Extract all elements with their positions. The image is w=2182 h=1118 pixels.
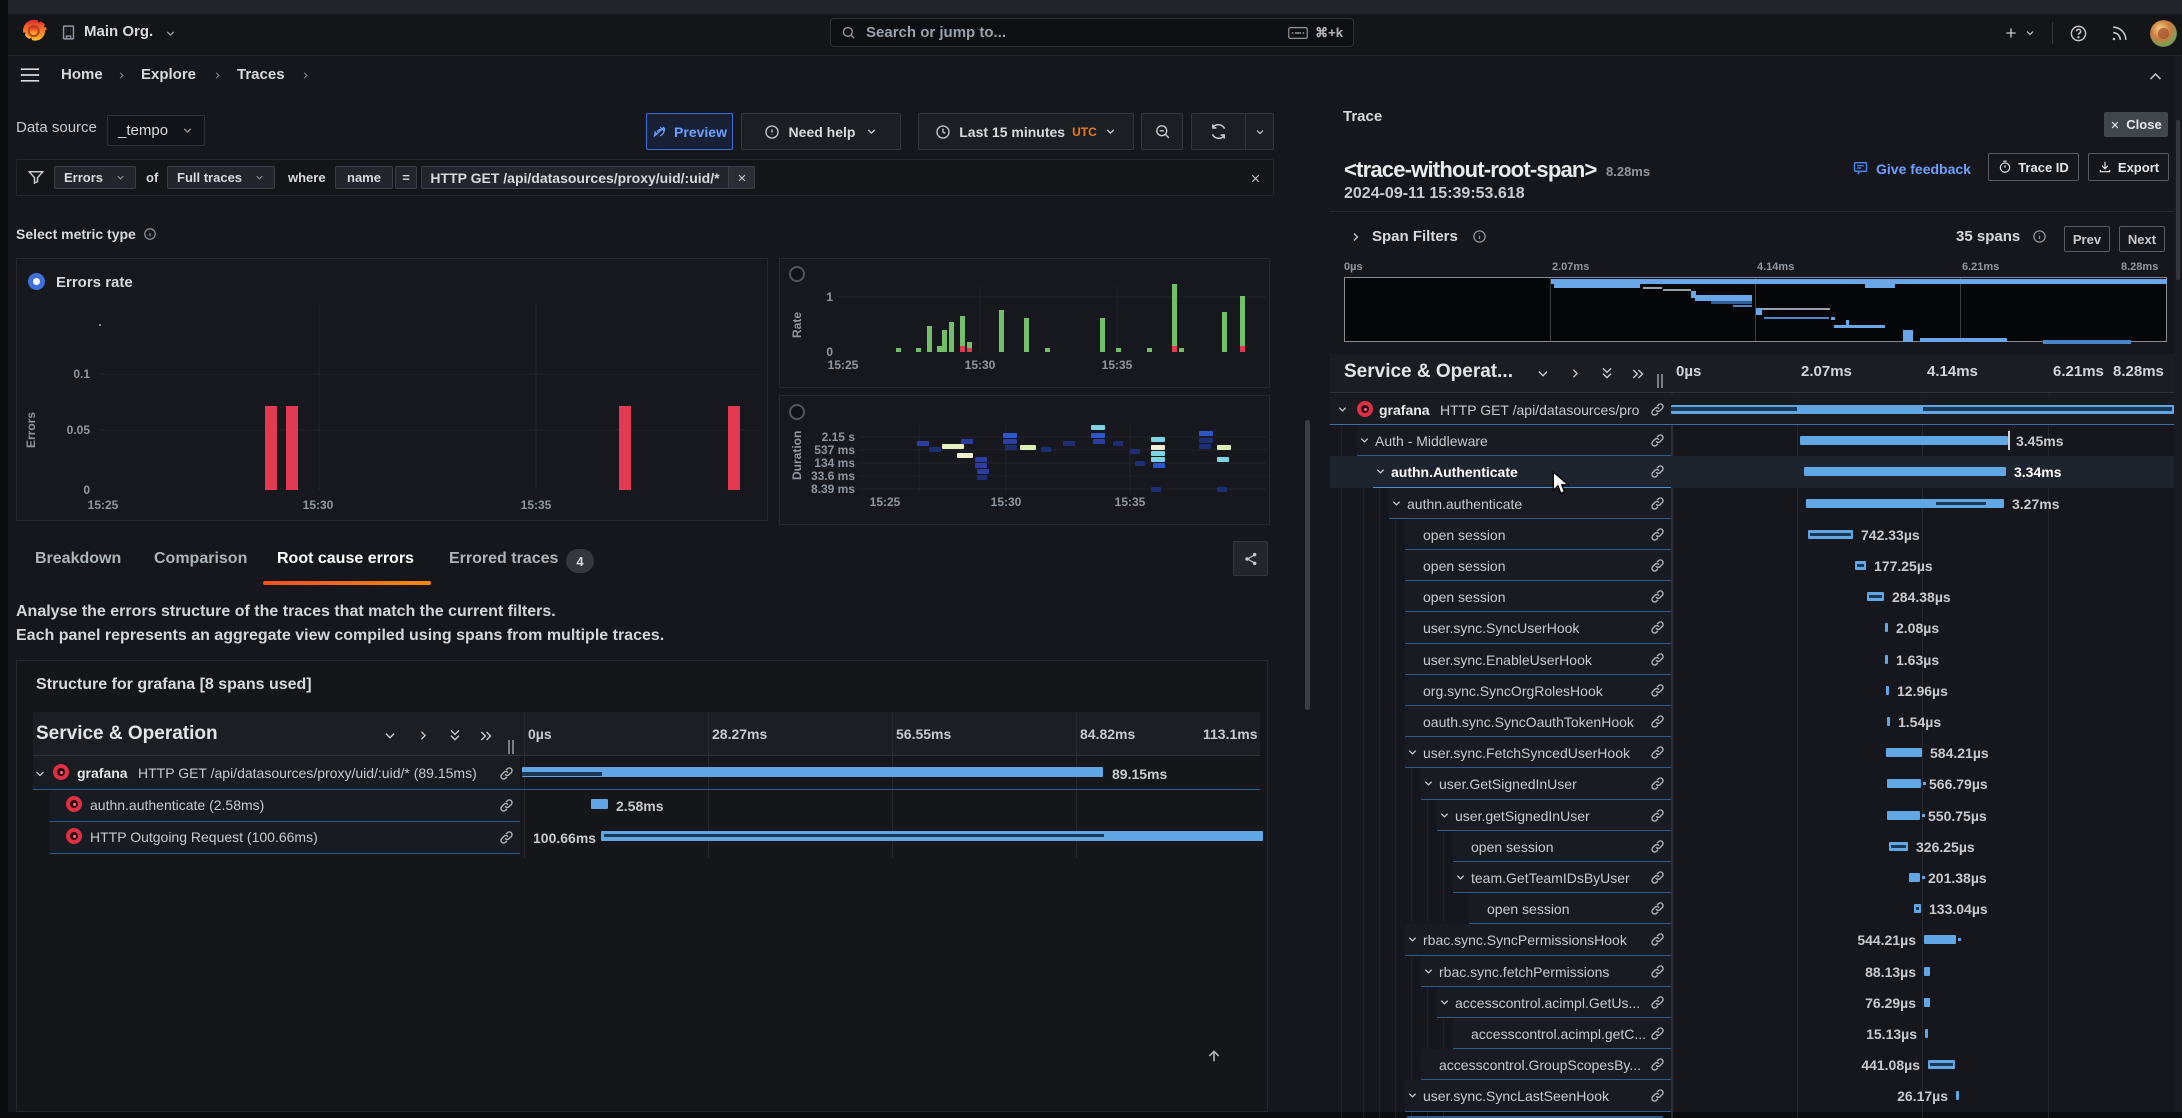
svg-text:0: 0 — [826, 345, 833, 359]
svg-text:15:30: 15:30 — [991, 495, 1022, 509]
svg-text:0.05: 0.05 — [67, 423, 91, 437]
svg-text:Errors: Errors — [24, 412, 38, 448]
svg-text:15:30: 15:30 — [303, 498, 334, 512]
svg-text:Duration: Duration — [790, 431, 804, 480]
svg-text:2.15 s: 2.15 s — [822, 430, 856, 444]
svg-text:0.1: 0.1 — [73, 367, 90, 381]
svg-text:8.39 ms: 8.39 ms — [811, 482, 855, 496]
svg-text:15:35: 15:35 — [1102, 358, 1133, 372]
svg-text:15:25: 15:25 — [828, 358, 859, 372]
svg-text:15:25: 15:25 — [88, 498, 119, 512]
svg-text:1: 1 — [826, 290, 833, 304]
svg-text:Rate: Rate — [790, 312, 804, 338]
svg-text:134 ms: 134 ms — [814, 456, 855, 470]
svg-text:15:35: 15:35 — [1115, 495, 1146, 509]
svg-text:15:25: 15:25 — [870, 495, 901, 509]
svg-text:537 ms: 537 ms — [814, 443, 855, 457]
svg-text:15:30: 15:30 — [965, 358, 996, 372]
svg-text:0: 0 — [83, 483, 90, 497]
svg-text:33.6 ms: 33.6 ms — [811, 469, 855, 483]
svg-text:15:35: 15:35 — [521, 498, 552, 512]
